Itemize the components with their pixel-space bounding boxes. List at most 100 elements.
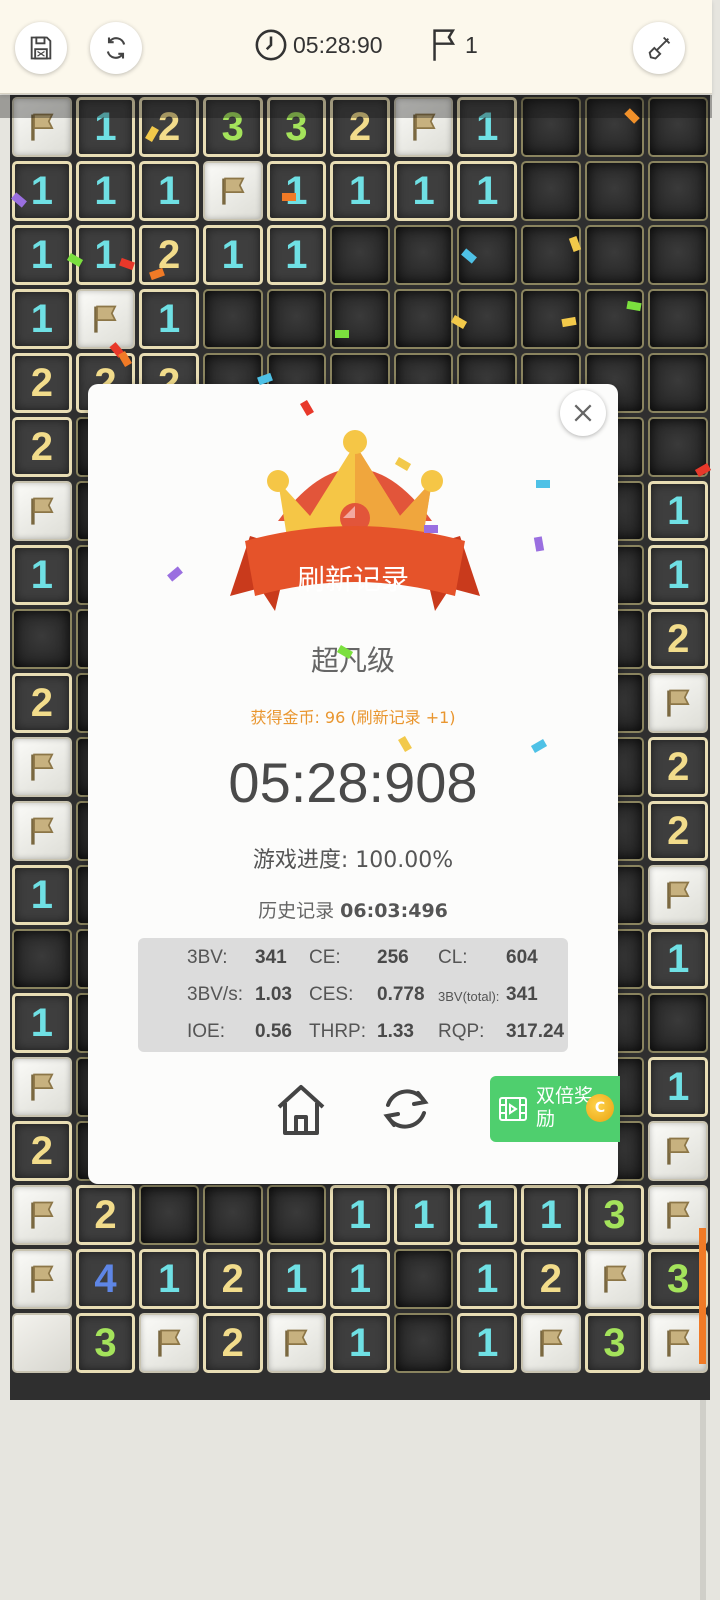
covered-cell[interactable] [202, 289, 263, 349]
replay-button[interactable] [378, 1081, 434, 1137]
number-cell[interactable]: 1 [12, 865, 72, 925]
home-button[interactable] [271, 1079, 331, 1139]
number-cell[interactable]: 3 [584, 1185, 645, 1245]
flagged-cell[interactable] [648, 673, 709, 733]
covered-cell[interactable] [12, 609, 72, 669]
number-cell[interactable]: 1 [266, 1249, 327, 1309]
covered-cell[interactable] [393, 289, 454, 349]
number-cell[interactable]: 3 [584, 1313, 645, 1373]
number-cell[interactable]: 1 [457, 1185, 518, 1245]
covered-cell[interactable] [648, 225, 708, 285]
covered-cell[interactable] [330, 225, 390, 285]
number-cell[interactable]: 1 [12, 289, 72, 349]
covered-cell[interactable] [584, 225, 645, 285]
number-cell[interactable]: 1 [457, 1249, 518, 1309]
number-cell[interactable]: 1 [648, 929, 709, 989]
flagged-cell[interactable] [584, 1249, 645, 1309]
covered-cell[interactable] [648, 161, 708, 221]
number-cell[interactable]: 1 [202, 225, 263, 285]
flagged-cell[interactable] [75, 289, 136, 349]
number-cell[interactable]: 1 [139, 161, 199, 221]
covered-cell[interactable] [648, 353, 708, 413]
number-cell[interactable]: 1 [393, 161, 454, 221]
covered-cell[interactable] [648, 993, 709, 1053]
covered-cell[interactable] [584, 289, 645, 349]
number-cell[interactable]: 1 [12, 993, 72, 1053]
number-cell[interactable]: 1 [648, 1057, 709, 1117]
number-cell[interactable]: 2 [139, 225, 199, 285]
shovel-mode-button[interactable] [633, 22, 685, 74]
flagged-cell[interactable] [12, 737, 72, 797]
number-cell[interactable]: 2 [521, 1249, 581, 1309]
number-cell[interactable]: 1 [12, 545, 72, 605]
covered-cell[interactable] [521, 289, 581, 349]
number-cell[interactable]: 1 [12, 225, 72, 285]
flagged-cell[interactable] [12, 1185, 72, 1245]
number-cell[interactable]: 1 [75, 225, 136, 285]
flagged-cell[interactable] [12, 1249, 72, 1309]
number-cell[interactable]: 1 [457, 1313, 518, 1373]
number-cell[interactable]: 2 [75, 1185, 136, 1245]
covered-cell[interactable] [393, 1313, 454, 1373]
covered-cell[interactable] [584, 161, 645, 221]
flag-outline-icon [433, 29, 456, 61]
covered-cell[interactable] [266, 1185, 327, 1245]
scroll-indicator[interactable] [699, 1228, 706, 1364]
number-cell[interactable]: 1 [266, 225, 327, 285]
double-reward-button[interactable]: 双倍奖励 C [490, 1076, 620, 1142]
blank-tile-cell[interactable] [12, 1313, 72, 1373]
number-cell[interactable]: 2 [648, 737, 709, 797]
number-cell[interactable]: 2 [202, 1249, 263, 1309]
number-cell[interactable]: 1 [648, 545, 709, 605]
number-cell[interactable]: 3 [75, 1313, 136, 1373]
covered-cell[interactable] [12, 929, 72, 989]
covered-cell[interactable] [393, 1249, 454, 1309]
save-button[interactable] [15, 22, 67, 74]
number-cell[interactable]: 2 [12, 1121, 72, 1181]
number-cell[interactable]: 1 [330, 1249, 390, 1309]
flagged-cell[interactable] [12, 801, 72, 861]
covered-cell[interactable] [202, 1185, 263, 1245]
flagged-cell[interactable] [648, 1121, 709, 1181]
number-cell[interactable]: 1 [139, 1249, 199, 1309]
flagged-cell[interactable] [12, 481, 72, 541]
covered-cell[interactable] [648, 417, 709, 477]
close-button[interactable] [560, 390, 606, 436]
number-cell[interactable]: 1 [139, 289, 199, 349]
flagged-cell[interactable] [648, 865, 709, 925]
number-cell[interactable]: 2 [12, 353, 72, 413]
stat-ce-value: 256 [377, 947, 409, 968]
stat-ces-label: CES: [309, 984, 354, 1005]
covered-cell[interactable] [648, 289, 709, 349]
number-cell[interactable]: 2 [648, 801, 709, 861]
covered-cell[interactable] [139, 1185, 199, 1245]
flagged-cell[interactable] [266, 1313, 327, 1373]
covered-cell[interactable] [521, 225, 581, 285]
number-cell[interactable]: 1 [330, 1313, 390, 1373]
covered-cell[interactable] [266, 289, 327, 349]
number-cell[interactable]: 1 [266, 161, 327, 221]
number-cell[interactable]: 1 [648, 481, 709, 541]
flagged-cell[interactable] [139, 1313, 199, 1373]
covered-cell[interactable] [330, 289, 390, 349]
covered-cell[interactable] [457, 289, 518, 349]
covered-cell[interactable] [521, 161, 581, 221]
covered-cell[interactable] [457, 225, 518, 285]
flagged-cell[interactable] [202, 161, 263, 221]
number-cell[interactable]: 1 [12, 161, 72, 221]
number-cell[interactable]: 1 [521, 1185, 581, 1245]
number-cell[interactable]: 2 [12, 417, 72, 477]
number-cell[interactable]: 1 [330, 1185, 390, 1245]
number-cell[interactable]: 4 [75, 1249, 136, 1309]
number-cell[interactable]: 2 [648, 609, 709, 669]
number-cell[interactable]: 1 [75, 161, 136, 221]
flagged-cell[interactable] [521, 1313, 581, 1373]
number-cell[interactable]: 1 [393, 1185, 454, 1245]
number-cell[interactable]: 1 [457, 161, 518, 221]
number-cell[interactable]: 2 [202, 1313, 263, 1373]
flagged-cell[interactable] [12, 1057, 72, 1117]
covered-cell[interactable] [393, 225, 454, 285]
number-cell[interactable]: 2 [12, 673, 72, 733]
number-cell[interactable]: 1 [330, 161, 390, 221]
restart-button[interactable] [90, 22, 142, 74]
